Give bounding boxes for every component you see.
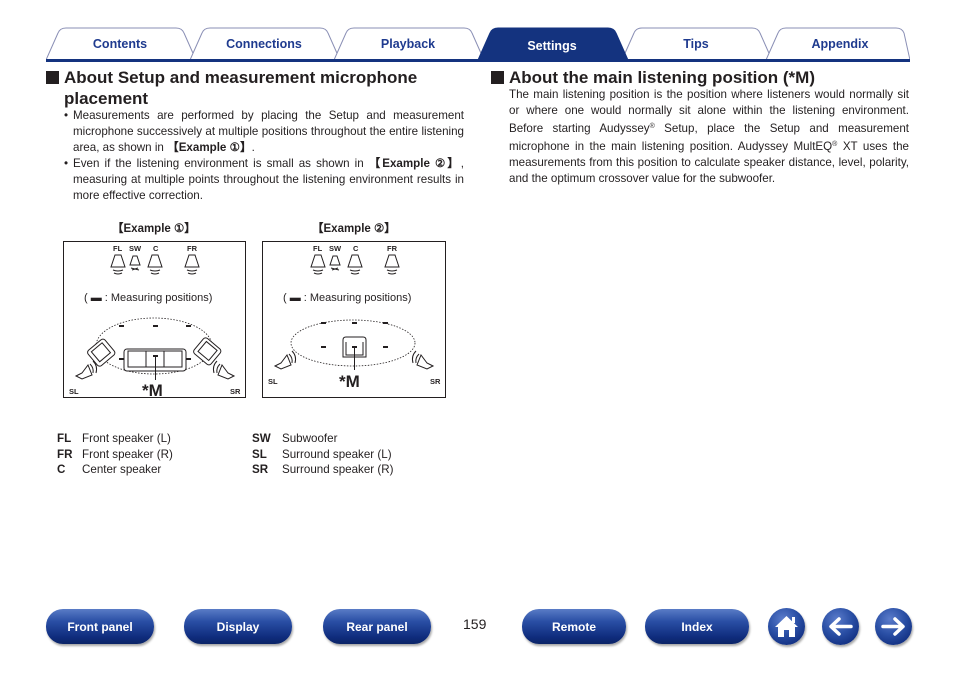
legend-row: SW Subwoofer: [252, 431, 393, 447]
front-speaker-icons: [310, 254, 400, 275]
speaker-label-sw: SW: [329, 244, 342, 253]
section-heading-setup-placement: About Setup and measurement microphone p…: [46, 67, 476, 109]
speaker-label-sw: SW: [129, 244, 142, 253]
tab-appendix[interactable]: Appendix: [778, 27, 902, 60]
speaker-label-c: C: [353, 244, 359, 253]
legend-abbr: FL: [57, 432, 72, 445]
legend-row: SR Surround speaker (R): [252, 462, 393, 478]
speaker-sl-icon: [74, 360, 98, 380]
front-panel-button[interactable]: Front panel: [46, 609, 154, 644]
measuring-position-marks: [321, 322, 388, 348]
legend-abbr: C: [57, 463, 66, 476]
home-button[interactable]: [768, 608, 805, 645]
speaker-label-fl: FL: [313, 244, 323, 253]
bullet-text: Measurements are performed by placing th…: [73, 109, 464, 154]
section-heading-main-listening: About the main listening position (*M): [491, 67, 911, 88]
page-number: 159: [463, 616, 487, 632]
legend-desc: Subwoofer: [282, 432, 338, 445]
tab-underline: [46, 59, 910, 62]
home-icon: [775, 616, 798, 637]
back-button[interactable]: [822, 608, 859, 645]
main-position-label: *M: [339, 372, 360, 391]
example-ref: 【Example ①】: [167, 141, 252, 154]
sofa-icon: [87, 337, 222, 372]
speaker-label-sl: SL: [69, 387, 79, 396]
legend-desc: Surround speaker (R): [282, 463, 394, 476]
speaker-c-icon: [347, 254, 363, 275]
tab-playback[interactable]: Playback: [346, 27, 470, 60]
display-button[interactable]: Display: [184, 609, 292, 644]
legend-desc: Surround speaker (L): [282, 447, 392, 461]
example-1-diagram: FL SW C FR *M SL SR (▬: Measuring posi…: [63, 241, 246, 399]
legend-desc: Center speaker: [82, 463, 162, 476]
speaker-label-sr: SR: [430, 377, 441, 386]
legend-row: C Center speaker: [57, 462, 173, 478]
speaker-label-sl: SL: [268, 377, 278, 386]
legend-desc: Front speaker (R): [82, 447, 173, 461]
speaker-fr-icon: [384, 254, 400, 275]
legend-row: SL Surround speaker (L): [252, 447, 393, 463]
legend-abbr: SL: [252, 447, 267, 461]
legend-row: FL Front speaker (L): [57, 431, 173, 447]
square-bullet-icon: [491, 71, 504, 84]
example-1-label: 【Example ①】: [112, 223, 196, 235]
legend-row: FR Front speaker (R): [57, 447, 173, 463]
speaker-sr-icon: [212, 360, 236, 380]
legend-left: FL Front speaker (L) FR Front speaker (R) …: [57, 431, 173, 478]
speaker-fl-icon: [310, 254, 326, 275]
legend-desc: Front speaker (L): [82, 432, 171, 445]
speaker-label-fl: FL: [113, 244, 123, 253]
heading-text-line2: placement: [64, 89, 149, 108]
example-2-diagram: FL SW C FR *M SL SR ( ▬ : Measuring posi…: [262, 241, 446, 398]
legend-abbr: SW: [252, 432, 271, 445]
legend-abbr: FR: [57, 447, 73, 461]
speaker-sr-icon: [411, 350, 435, 370]
listening-area-oval: [290, 319, 416, 367]
heading-text: About Setup and measurement microphone: [64, 68, 418, 87]
speaker-sl-icon: [273, 350, 297, 370]
bullet-text: Even if the listening environment is sma…: [73, 157, 369, 170]
speaker-label-fr: FR: [187, 244, 198, 253]
bullet-item: Measurements are performed by placing th…: [64, 108, 464, 156]
speaker-label-c: C: [153, 244, 159, 253]
front-speaker-icons: [110, 254, 200, 275]
rear-panel-button[interactable]: Rear panel: [323, 609, 431, 644]
speaker-label-fr: FR: [387, 244, 398, 253]
measuring-positions-note: ( ▬ : Measuring positions): [84, 292, 213, 304]
setup-bullets: Measurements are performed by placing th…: [64, 108, 464, 204]
bullet-item: Even if the listening environment is sma…: [64, 156, 464, 204]
example-ref: 【Example ②】: [368, 157, 461, 170]
speaker-label-sr: SR: [230, 387, 241, 396]
bullet-text: .: [251, 141, 255, 154]
main-position-label: *M: [142, 381, 163, 399]
remote-button[interactable]: Remote: [522, 609, 626, 644]
tab-bar: Contents Connections Playback Settings T…: [46, 27, 910, 61]
speaker-fl-icon: [110, 254, 126, 275]
main-listening-paragraph: The main listening position is the posit…: [509, 87, 909, 187]
tab-tips[interactable]: Tips: [634, 27, 758, 60]
example-2-label: 【Example ②】: [312, 223, 396, 235]
speaker-c-icon: [147, 254, 163, 275]
forward-button[interactable]: [875, 608, 912, 645]
tab-connections[interactable]: Connections: [202, 27, 326, 60]
square-bullet-icon: [46, 71, 59, 84]
tab-settings[interactable]: Settings: [490, 29, 614, 62]
arrow-left-icon: [829, 617, 853, 636]
speaker-sw-icon: [129, 255, 141, 271]
tab-contents[interactable]: Contents: [58, 27, 182, 60]
heading-text: About the main listening position (*M): [509, 68, 815, 87]
legend-abbr: SR: [252, 463, 269, 476]
legend-right: SW Subwoofer SL Surround speaker (L) SR Sur…: [252, 431, 393, 478]
index-button[interactable]: Index: [645, 609, 749, 644]
speaker-fr-icon: [184, 254, 200, 275]
speaker-sw-icon: [329, 255, 341, 271]
arrow-right-icon: [881, 617, 905, 636]
measuring-positions-note: ( ▬ : Measuring positions): [283, 292, 412, 304]
